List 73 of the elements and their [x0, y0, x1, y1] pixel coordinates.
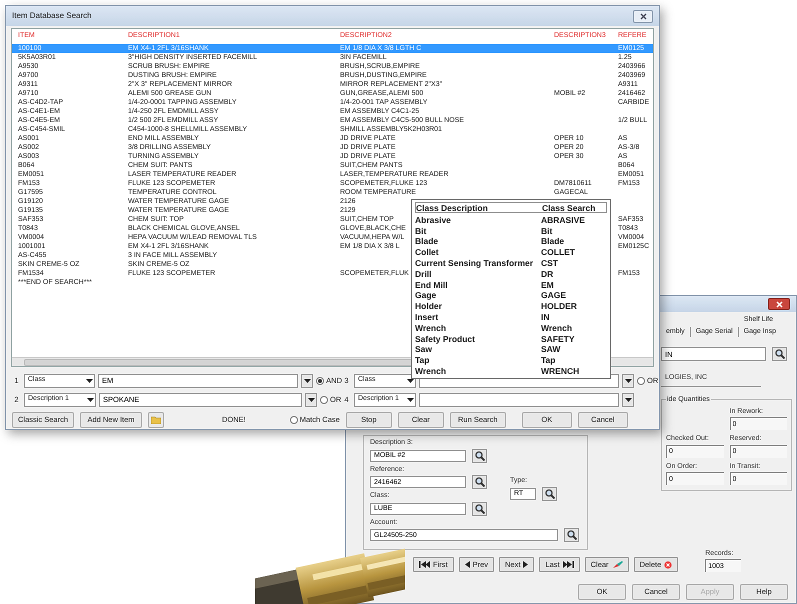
eraser-icon — [612, 560, 623, 568]
list-item[interactable]: Tap — [541, 355, 607, 366]
caret-icon — [87, 398, 94, 402]
close-icon — [640, 12, 646, 20]
search-icon — [544, 488, 554, 498]
search-icon — [474, 504, 484, 514]
list-item[interactable]: Safety Product — [415, 334, 541, 344]
input-field[interactable] — [419, 392, 619, 407]
list-item[interactable]: End Mill — [415, 280, 541, 290]
list-item[interactable]: Saw — [415, 344, 541, 356]
previous-icon — [464, 560, 470, 568]
next-icon — [523, 560, 528, 568]
list-item[interactable]: Wrench — [541, 322, 607, 334]
list-item[interactable]: Current Sensing Transformer — [415, 258, 541, 269]
caret-icon — [407, 398, 414, 402]
list-item[interactable]: WRENCH — [541, 366, 607, 377]
close-icon — [776, 300, 782, 308]
folder-icon — [151, 416, 161, 424]
list-item[interactable]: Bit — [541, 226, 607, 236]
list-item[interactable]: CST — [541, 258, 607, 269]
list-item[interactable]: GAGE — [541, 290, 607, 302]
list-item[interactable]: Bit — [415, 226, 541, 236]
dropdown-button[interactable] — [622, 392, 634, 407]
list-item[interactable]: Wrench — [415, 322, 541, 334]
caret-icon — [86, 378, 93, 383]
list-item[interactable]: Collet — [415, 247, 541, 258]
window-title: Item Database Search — [12, 10, 92, 22]
list-item[interactable]: IN — [541, 312, 607, 323]
lookup-button[interactable] — [472, 475, 487, 489]
radio-button[interactable] — [290, 416, 298, 424]
list-item[interactable]: DR — [541, 268, 607, 280]
list-item[interactable]: SAFETY — [541, 334, 607, 344]
search-icon — [474, 477, 484, 487]
column-header: Class Description — [416, 203, 489, 214]
list-item[interactable]: Wrench — [415, 366, 541, 377]
lookup-button[interactable] — [542, 486, 557, 500]
column-header: Class Search — [542, 203, 596, 214]
lookup-button[interactable] — [564, 528, 579, 542]
radio-button[interactable] — [320, 396, 328, 404]
delete-icon — [664, 560, 672, 568]
dropdown-button[interactable] — [305, 392, 317, 407]
list-item[interactable]: Abrasive — [415, 214, 541, 226]
list-item[interactable]: SAW — [541, 344, 607, 356]
radio-button[interactable] — [637, 376, 645, 385]
lookup-button[interactable] — [772, 347, 787, 361]
list-item[interactable]: Insert — [415, 312, 541, 323]
caret-icon — [407, 378, 414, 383]
caret-icon — [308, 398, 314, 402]
list-item[interactable]: Tap — [415, 355, 541, 366]
dropdown-button[interactable] — [622, 374, 634, 388]
list-item[interactable]: Blade — [541, 236, 607, 248]
skip-last-icon — [562, 560, 574, 568]
caret-icon — [624, 378, 632, 383]
caret-icon — [304, 378, 311, 383]
list-item[interactable]: EM — [541, 280, 607, 290]
caret-icon — [624, 398, 632, 402]
radio-button[interactable] — [316, 376, 324, 385]
dropdown-button[interactable] — [301, 374, 314, 388]
list-item[interactable]: COLLET — [541, 247, 607, 258]
list-item[interactable]: HOLDER — [541, 301, 607, 312]
list-item[interactable]: Holder — [415, 301, 541, 312]
search-icon — [566, 530, 576, 540]
list-item[interactable]: Gage — [415, 290, 541, 302]
lookup-button[interactable] — [472, 502, 487, 516]
search-icon — [774, 349, 784, 359]
lookup-button[interactable] — [472, 448, 487, 462]
skip-first-icon — [419, 560, 430, 568]
list-item[interactable]: Drill — [415, 268, 541, 280]
close-button[interactable] — [633, 10, 653, 22]
list-item[interactable]: ABRASIVE — [541, 214, 607, 226]
search-icon — [474, 450, 484, 460]
close-button[interactable] — [768, 298, 790, 310]
list-item[interactable]: Blade — [415, 236, 541, 248]
